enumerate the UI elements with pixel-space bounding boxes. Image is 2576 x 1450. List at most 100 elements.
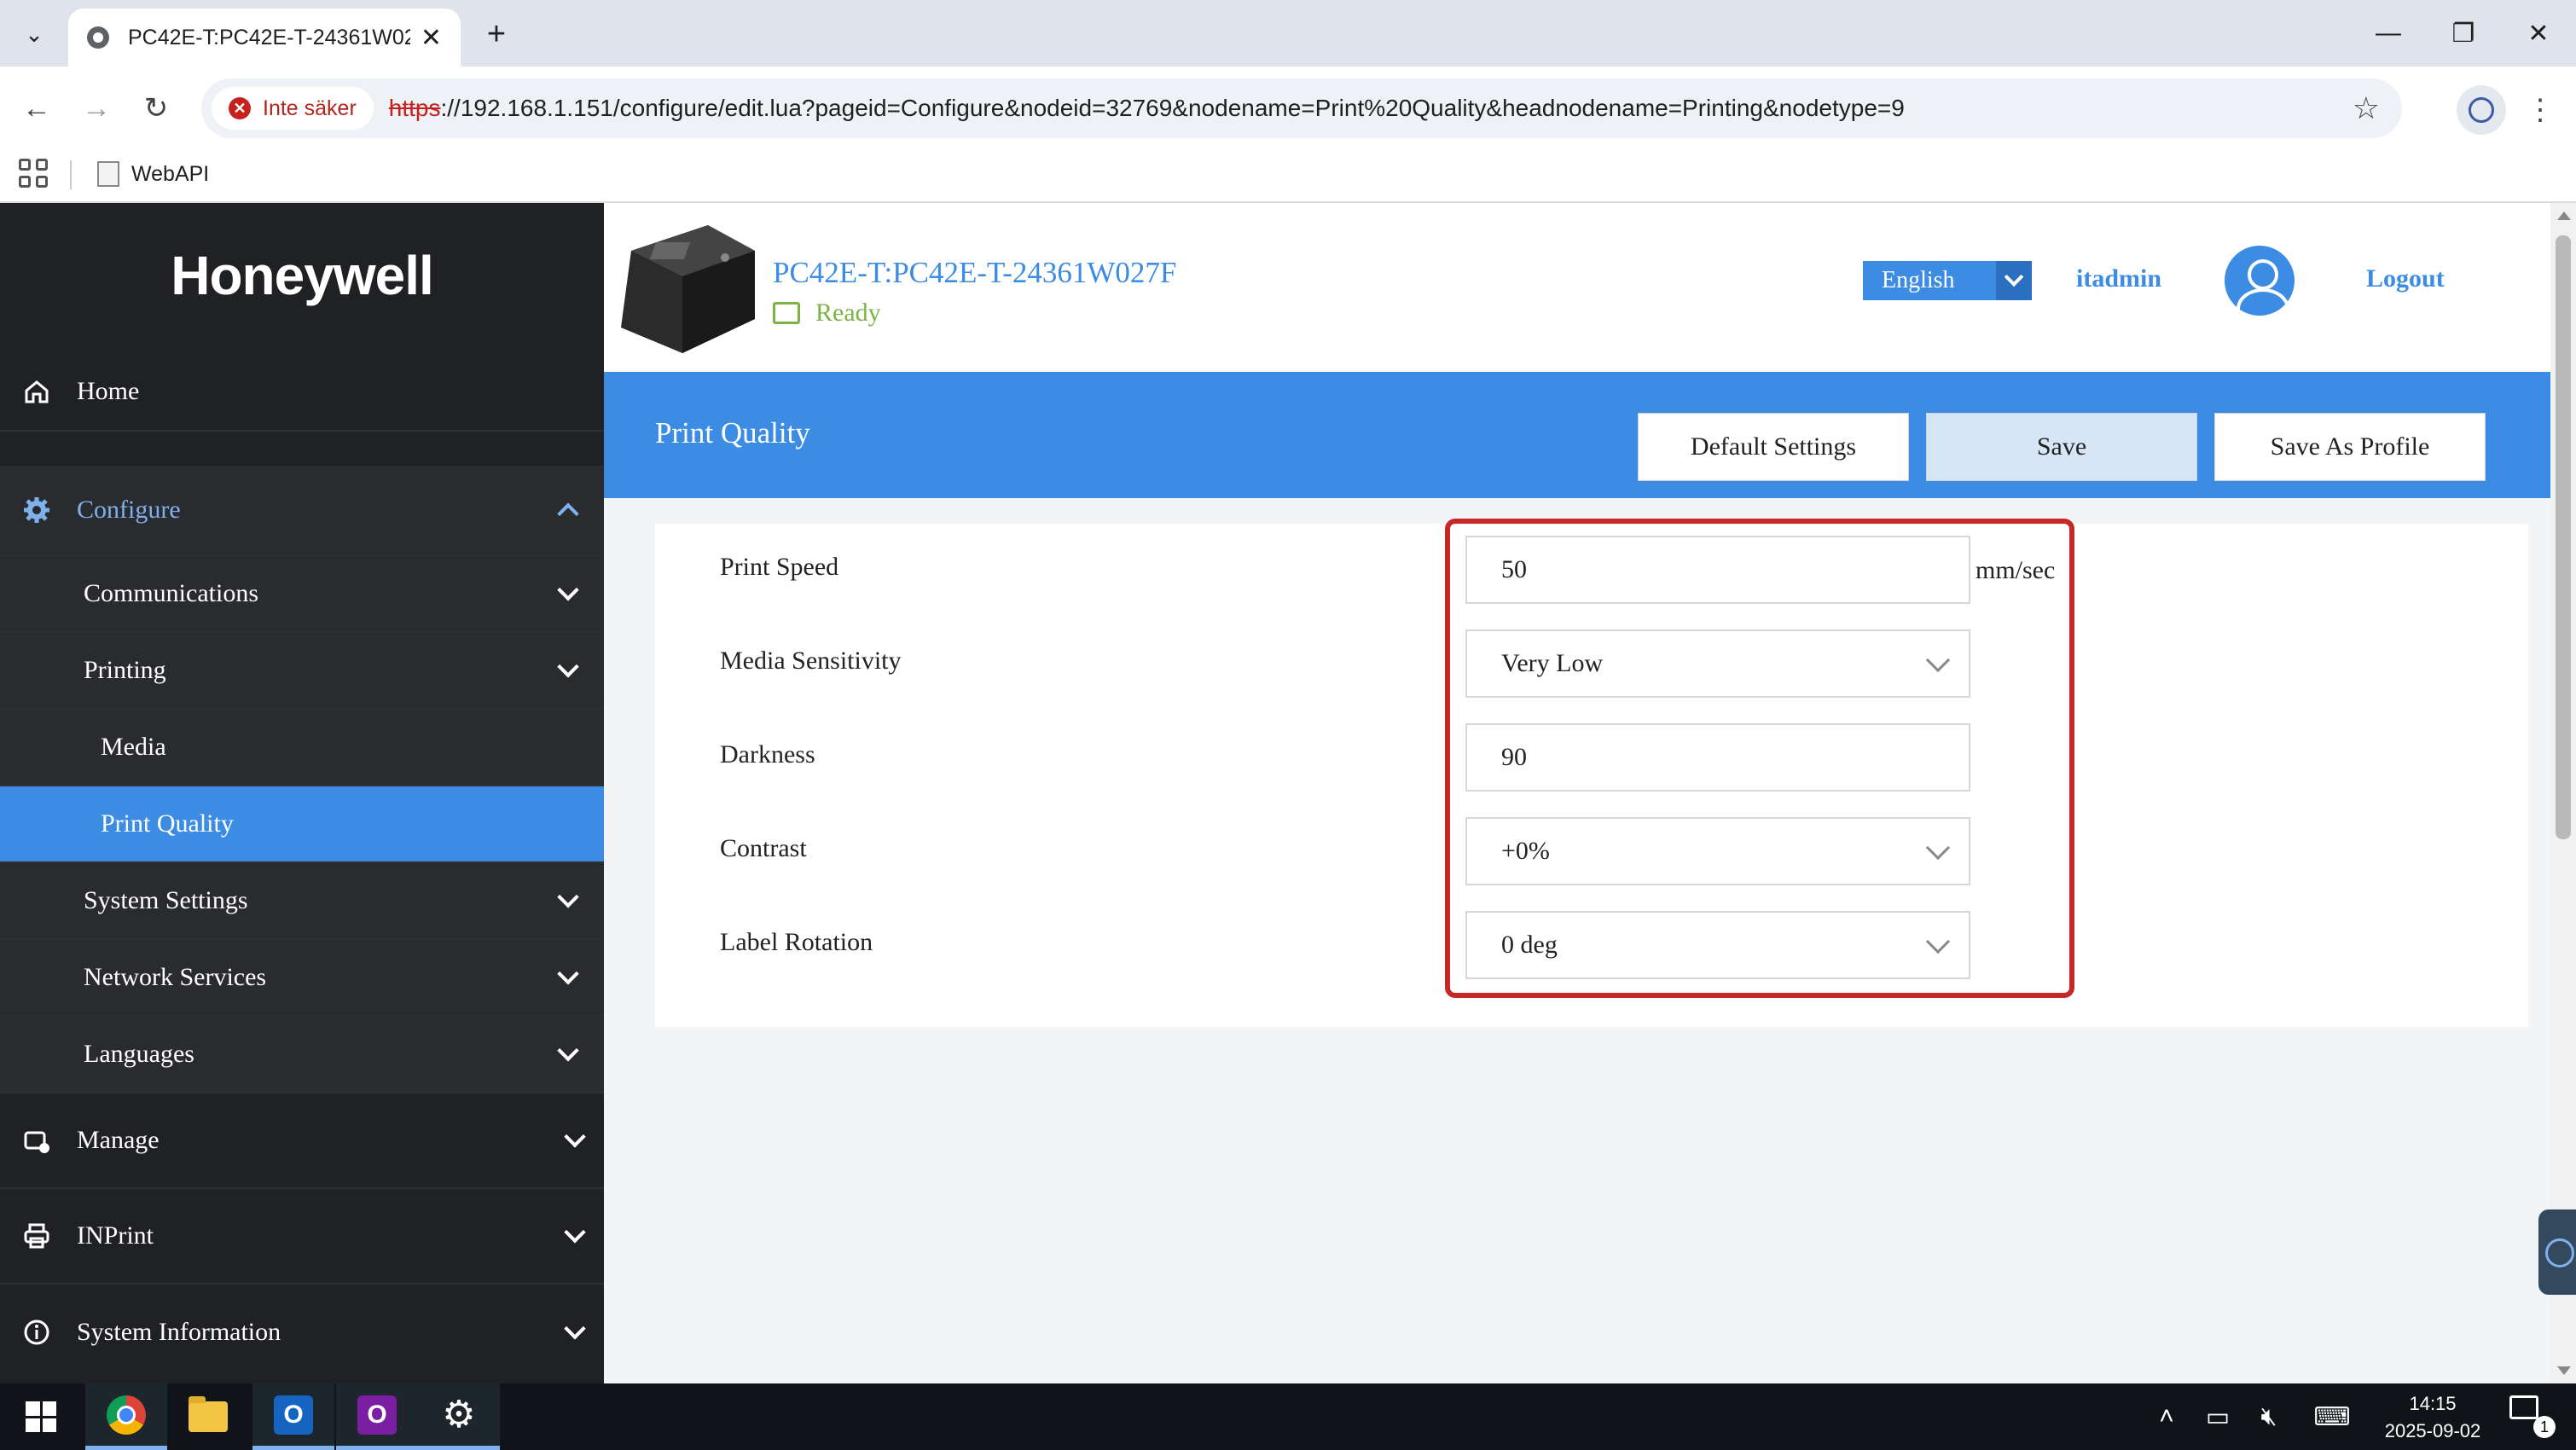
sidebar-item-printing[interactable]: Printing (0, 633, 604, 710)
tray-overflow-icon[interactable]: ˄ (2150, 1383, 2184, 1450)
default-settings-button[interactable]: Default Settings (1638, 413, 1909, 481)
sidebar-item-system-information[interactable]: System Information (0, 1285, 604, 1380)
security-indicator[interactable]: ✕ Inte säker (212, 87, 374, 130)
sidebar-item-label: Printing (84, 656, 166, 684)
chevron-down-icon (560, 1125, 590, 1156)
sidebar-item-label: Manage (77, 1126, 160, 1154)
chevron-down-icon (553, 1039, 583, 1070)
minimize-button[interactable]: — (2351, 0, 2426, 67)
tab-title: PC42E-T:PC42E-T-24361W027F (128, 25, 410, 49)
gear-icon (20, 494, 53, 526)
chevron-down-icon (553, 885, 583, 916)
forward-button[interactable]: → (73, 85, 119, 131)
chat-bubble-icon (2509, 1395, 2538, 1419)
close-window-button[interactable]: ✕ (2501, 0, 2576, 67)
back-button[interactable]: ← (14, 85, 60, 131)
url-scheme: https (388, 95, 441, 121)
sidebar-item-communications[interactable]: Communications (0, 556, 604, 633)
folder-icon (189, 1396, 228, 1432)
volume-muted-icon[interactable]: 🔇︎ (2252, 1383, 2286, 1450)
sidebar-item-manage[interactable]: Manage (0, 1093, 604, 1189)
manage-icon (20, 1124, 53, 1157)
taskbar-outlook[interactable]: O (252, 1383, 334, 1450)
restore-button[interactable]: ❐ (2426, 0, 2501, 67)
windows-logo-icon (26, 1401, 56, 1432)
address-bar[interactable]: ✕ Inte säker https://192.168.1.151/confi… (201, 78, 2402, 138)
bookmark-star-icon[interactable]: ☆ (2353, 90, 2380, 126)
device-title: PC42E-T:PC42E-T-24361W027F (773, 256, 1177, 289)
taskbar-outlook-new[interactable]: O (336, 1383, 418, 1450)
sidebar-item-configure[interactable]: Configure (0, 466, 604, 556)
tab-search-button[interactable]: ⌄ (12, 12, 56, 56)
sidebar-item-languages[interactable]: Languages (0, 1017, 604, 1093)
notification-center-icon[interactable]: 1 (2509, 1395, 2557, 1438)
warning-icon: ✕ (229, 97, 251, 119)
profile-icon (2469, 97, 2494, 123)
taskbar-chrome[interactable] (85, 1383, 167, 1450)
chevron-up-icon (553, 495, 583, 525)
chrome-icon (107, 1395, 146, 1435)
url-rest: ://192.168.1.151/configure/edit.lua?page… (440, 95, 1905, 121)
printer-image (621, 225, 755, 353)
sidebar-item-inprint[interactable]: INPrint (0, 1189, 604, 1285)
save-button[interactable]: Save (1926, 413, 2197, 481)
reload-button[interactable]: ↻ (133, 85, 179, 131)
chevron-down-icon (1996, 261, 2032, 300)
taskbar-clock[interactable]: 14:15 2025-09-02 (2364, 1390, 2501, 1445)
keyboard-icon[interactable]: ⌨ (2308, 1383, 2356, 1450)
sidebar-item-system-settings[interactable]: System Settings (0, 863, 604, 940)
taskbar-file-explorer[interactable] (167, 1383, 249, 1450)
scroll-up-arrow-icon[interactable] (2557, 212, 2571, 220)
print-speed-label: Print Speed (720, 553, 839, 581)
new-tab-button[interactable]: + (474, 12, 519, 56)
clock-date: 2025-09-02 (2384, 1420, 2481, 1441)
media-sensitivity-label: Media Sensitivity (720, 647, 902, 675)
status-text: Ready (815, 299, 881, 327)
outlook-icon: O (274, 1395, 313, 1435)
taskbar-settings[interactable]: ⚙ (418, 1383, 500, 1450)
bookmark-webapi[interactable]: WebAPI (97, 155, 209, 193)
contrast-label: Contrast (720, 834, 807, 862)
sidebar-item-home[interactable]: Home (0, 353, 604, 432)
bookmark-label: WebAPI (131, 161, 210, 186)
username-link[interactable]: itadmin (2076, 264, 2161, 293)
logout-link[interactable]: Logout (2366, 264, 2445, 293)
windows-taskbar: O O ⚙ ˄ ▭ 🔇︎ ⌨ 14:15 2025-09-02 1 (0, 1383, 2576, 1450)
sidebar: Honeywell Home Configure Communications … (0, 203, 604, 1383)
page-scrollbar[interactable] (2550, 203, 2576, 1383)
remote-support-widget-icon[interactable] (2538, 1209, 2576, 1295)
highlight-box (1445, 519, 2074, 998)
tab-close-icon[interactable]: ✕ (421, 23, 442, 53)
sidebar-item-label: Media (101, 733, 166, 761)
label-rotation-label: Label Rotation (720, 928, 873, 956)
darkness-label: Darkness (720, 740, 815, 768)
sidebar-item-label: System Settings (84, 886, 248, 914)
chevron-down-icon (553, 655, 583, 686)
url-text[interactable]: https://192.168.1.151/configure/edit.lua… (389, 95, 1905, 122)
page-titlebar: Print Quality Default Settings Save Save… (604, 372, 2550, 498)
sidebar-item-label: Configure (77, 496, 181, 524)
start-button[interactable] (0, 1383, 82, 1450)
apps-icon[interactable] (19, 159, 48, 188)
sidebar-item-label: Home (77, 377, 140, 405)
profile-button[interactable] (2457, 85, 2506, 135)
save-as-profile-button[interactable]: Save As Profile (2214, 413, 2486, 481)
user-avatar-icon[interactable] (2225, 246, 2295, 316)
scroll-down-arrow-icon[interactable] (2557, 1366, 2571, 1375)
language-value: English (1882, 267, 1955, 293)
language-select[interactable]: English (1863, 261, 2032, 300)
sidebar-item-label: System Information (77, 1318, 281, 1346)
device-header: PC42E-T:PC42E-T-24361W027F Ready English… (604, 203, 2550, 372)
sidebar-item-label: Languages (84, 1040, 194, 1068)
sidebar-item-media[interactable]: Media (0, 710, 604, 786)
browser-tab[interactable]: PC42E-T:PC42E-T-24361W027F ✕ (68, 9, 461, 67)
honeywell-logo[interactable]: Honeywell (0, 203, 604, 348)
sidebar-item-network-services[interactable]: Network Services (0, 940, 604, 1017)
page-icon (97, 161, 119, 187)
sidebar-item-print-quality[interactable]: Print Quality (0, 786, 604, 863)
sidebar-item-label: Network Services (84, 963, 267, 991)
network-icon[interactable]: ▭ (2201, 1383, 2235, 1450)
menu-button[interactable]: ⋮ (2523, 85, 2557, 135)
scrollbar-thumb[interactable] (2556, 235, 2571, 839)
security-label: Inte säker (263, 96, 357, 120)
